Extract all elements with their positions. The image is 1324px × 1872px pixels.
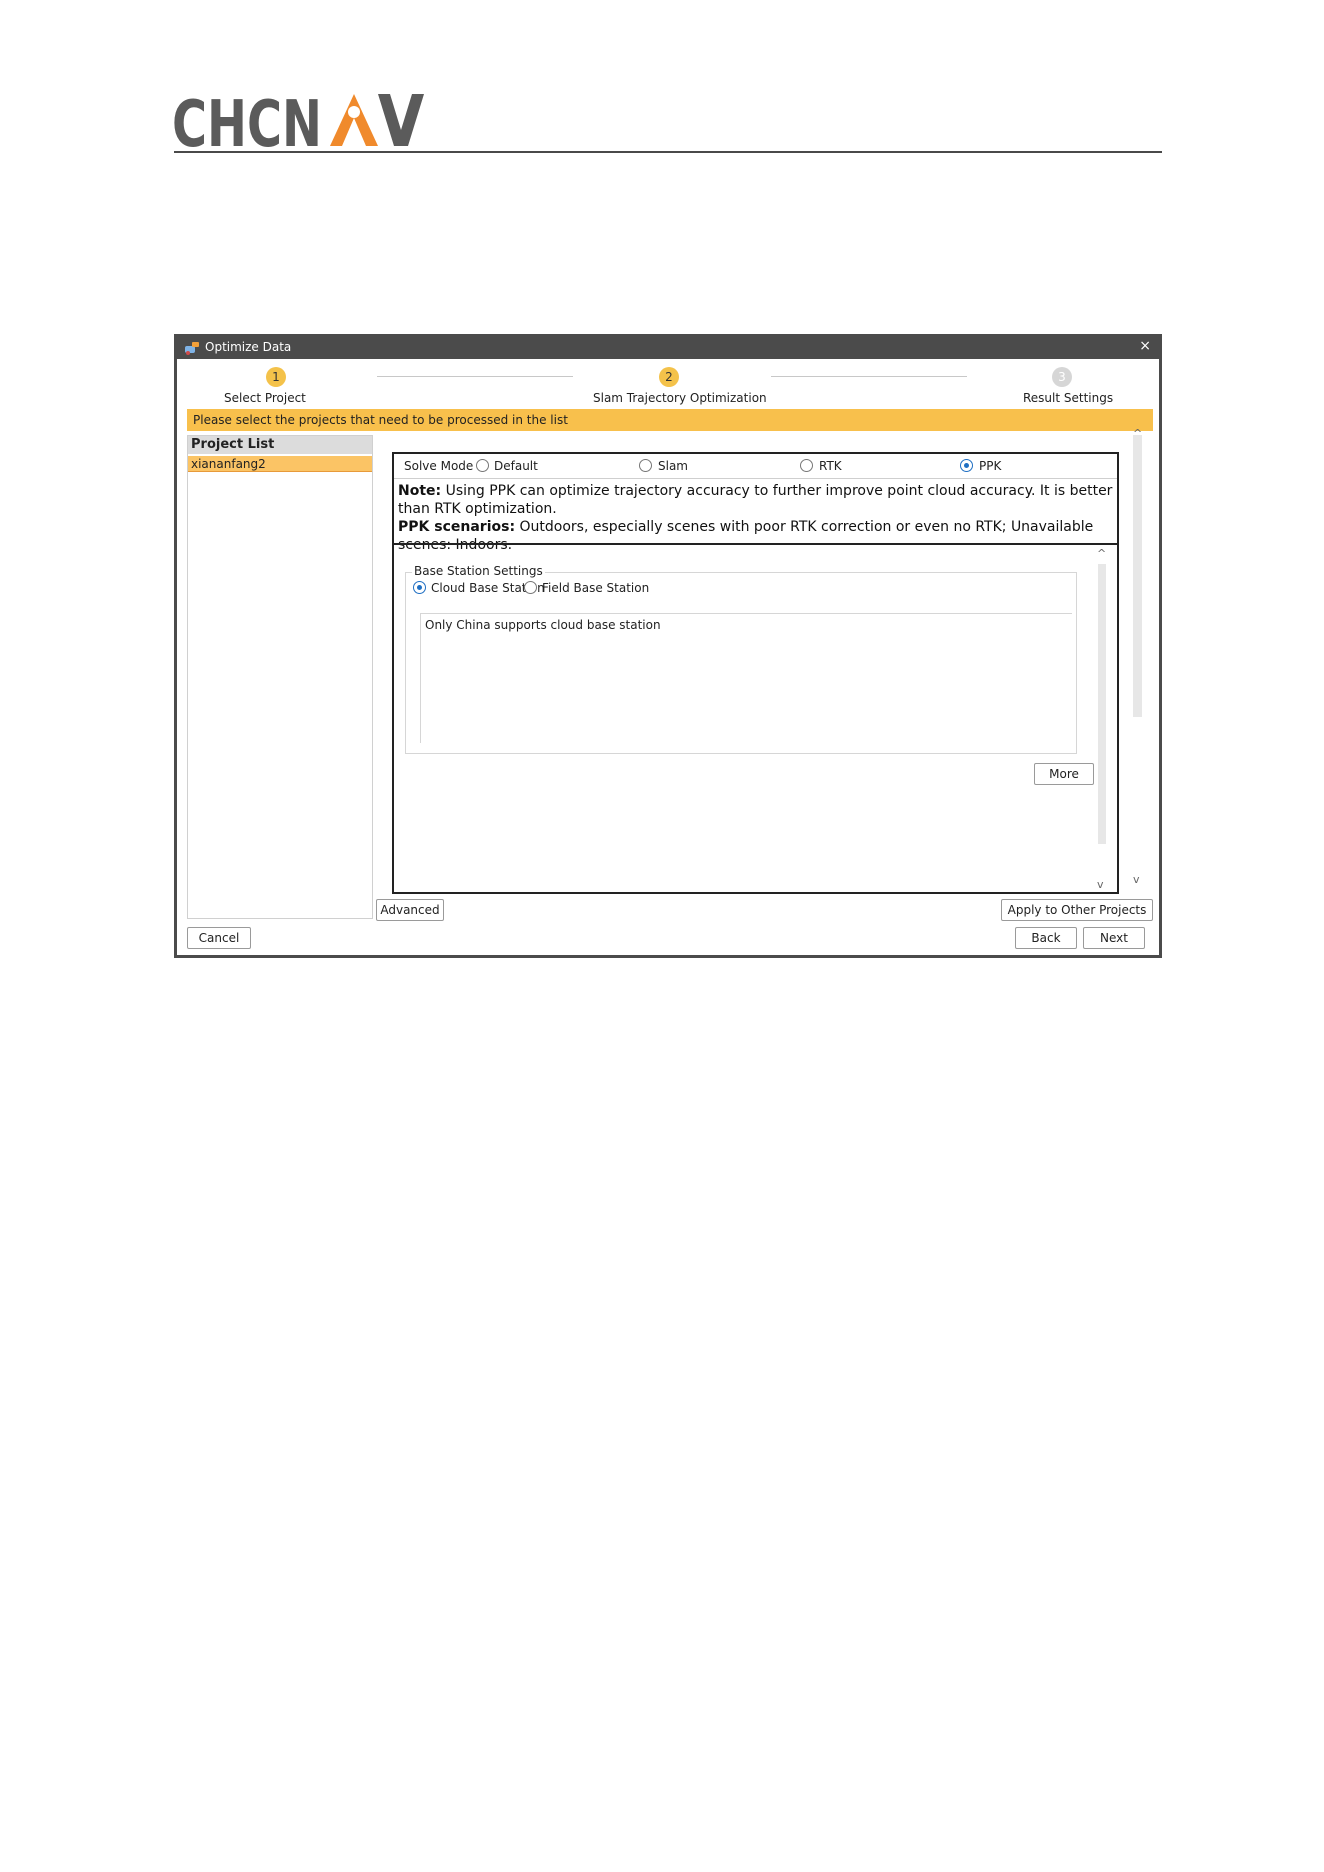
logo-pin-dot xyxy=(348,106,360,118)
info-banner: Please select the projects that need to … xyxy=(187,409,1153,431)
more-button[interactable]: More xyxy=(1034,763,1094,785)
apply-other-projects-button[interactable]: Apply to Other Projects xyxy=(1001,899,1153,921)
outer-scroll-down-icon[interactable]: v xyxy=(1133,873,1140,886)
step-1-label: Select Project xyxy=(224,391,306,405)
logo-v-letter xyxy=(378,94,424,146)
optimize-data-window: Optimize Data × 1 Select Project 2 Slam … xyxy=(174,334,1162,958)
solve-mode-row: Solve Mode Default Slam RTK PPK xyxy=(394,454,1117,479)
base-station-title: Base Station Settings xyxy=(412,564,545,578)
step-3-indicator: 3 xyxy=(1052,367,1072,387)
note-heading: Note: xyxy=(398,483,442,499)
solve-mode-label: Solve Mode xyxy=(404,459,474,473)
logo-text-chcn: CHCN xyxy=(172,88,322,154)
header-divider xyxy=(174,151,1162,153)
outer-scroll-up-icon[interactable]: ^ xyxy=(1133,427,1142,440)
solve-settings-panel: Solve Mode Default Slam RTK PPK Note: Us… xyxy=(392,452,1119,894)
solve-mode-slam-radio[interactable] xyxy=(639,459,652,472)
step-connector-1 xyxy=(377,376,573,377)
step-2-indicator: 2 xyxy=(659,367,679,387)
project-list-item[interactable]: xiananfang2 xyxy=(188,456,372,472)
base-station-group: Base Station Settings Cloud Base Station… xyxy=(405,564,1077,754)
chcnav-logo: CHCN xyxy=(172,88,424,154)
solve-mode-default-radio[interactable] xyxy=(476,459,489,472)
cloud-base-station-radio[interactable] xyxy=(413,581,426,594)
inner-scroll-up-icon[interactable]: ^ xyxy=(1097,547,1106,560)
project-list-panel: Project List xiananfang2 xyxy=(187,435,373,919)
window-title: Optimize Data xyxy=(205,340,292,354)
solve-mode-rtk-radio[interactable] xyxy=(800,459,813,472)
solve-mode-ppk-radio[interactable] xyxy=(960,459,973,472)
cloud-station-note: Only China supports cloud base station xyxy=(425,618,661,632)
cancel-button[interactable]: Cancel xyxy=(187,927,251,949)
step-2-label: Slam Trajectory Optimization xyxy=(593,391,767,405)
field-base-station-label[interactable]: Field Base Station xyxy=(542,581,649,595)
project-list-header: Project List xyxy=(188,436,372,454)
step-1-indicator: 1 xyxy=(266,367,286,387)
back-button[interactable]: Back xyxy=(1015,927,1077,949)
window-titlebar[interactable]: Optimize Data × xyxy=(177,337,1159,359)
field-base-station-radio[interactable] xyxy=(524,581,537,594)
solve-mode-default-label[interactable]: Default xyxy=(494,459,538,473)
logo-a-mark xyxy=(330,94,378,146)
solve-mode-ppk-label[interactable]: PPK xyxy=(979,459,1001,473)
note-text: Using PPK can optimize trajectory accura… xyxy=(398,483,1113,517)
scenarios-heading: PPK scenarios: xyxy=(398,519,516,535)
outer-scrollbar-thumb[interactable] xyxy=(1133,435,1142,717)
app-icon xyxy=(185,342,199,355)
inner-scroll-down-icon[interactable]: v xyxy=(1097,878,1104,891)
solve-mode-rtk-label[interactable]: RTK xyxy=(819,459,842,473)
cloud-note-box: Only China supports cloud base station xyxy=(420,613,1072,743)
step-3-label: Result Settings xyxy=(1023,391,1114,405)
solve-mode-slam-label[interactable]: Slam xyxy=(658,459,688,473)
step-connector-2 xyxy=(771,376,967,377)
note-divider xyxy=(394,543,1117,545)
inner-scrollbar-thumb[interactable] xyxy=(1098,564,1106,844)
next-button[interactable]: Next xyxy=(1083,927,1145,949)
advanced-button[interactable]: Advanced xyxy=(376,899,444,921)
close-icon[interactable]: × xyxy=(1139,338,1151,354)
